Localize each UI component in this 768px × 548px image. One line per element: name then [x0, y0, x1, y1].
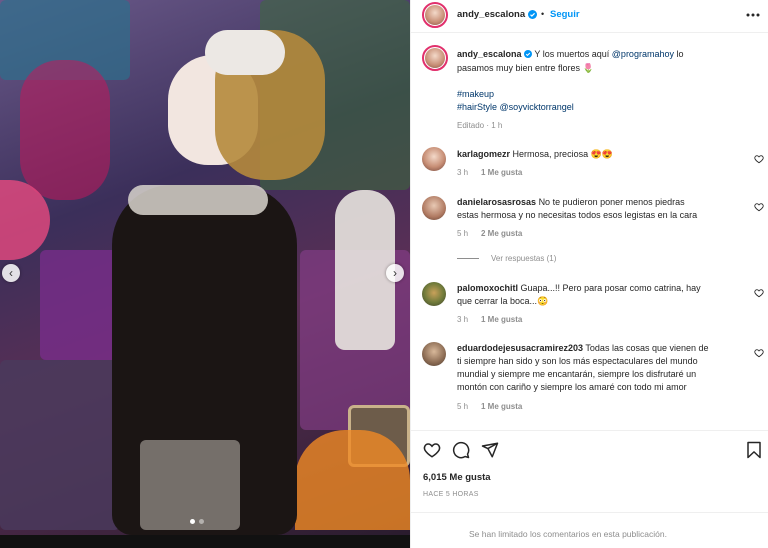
comment-username[interactable]: danielarosasrosas — [457, 197, 536, 207]
comment-username[interactable]: eduardodejesusacramirez203 — [457, 343, 583, 353]
comment-username[interactable]: karlagomezr — [457, 149, 510, 159]
post-modal: ‹ › andy_escalona • Seguir andy_escalona… — [0, 0, 768, 548]
comment-likes[interactable]: 1 Me gusta — [481, 166, 522, 179]
comment-body: Guapa...!! Pero para posar como catrina,… — [520, 283, 701, 293]
comment-body: Hermosa, preciosa 😍😍 — [512, 149, 613, 159]
next-photo-button[interactable]: › — [386, 264, 404, 282]
carousel-dot — [190, 519, 195, 524]
comment-likes[interactable]: 1 Me gusta — [481, 313, 522, 326]
comment-time: 5 h — [457, 402, 469, 411]
comment-like-heart-icon[interactable] — [754, 202, 764, 212]
header-divider — [411, 32, 768, 33]
likes-count[interactable]: 6,015 Me gusta — [423, 471, 491, 484]
comment-like-heart-icon[interactable] — [754, 154, 764, 164]
flower-arrangement — [295, 430, 410, 530]
caption-avatar[interactable] — [422, 45, 448, 71]
carousel-dot — [199, 519, 204, 524]
comment-text: danielarosasrosas No te pudieron poner m… — [457, 196, 685, 209]
hashtag-link[interactable]: #makeup — [457, 88, 494, 101]
post-time: HACE 5 HORAS — [423, 491, 479, 498]
comment-username[interactable]: palomoxochitl — [457, 283, 518, 293]
dress-lace — [128, 185, 268, 215]
commenter-avatar[interactable] — [422, 147, 446, 171]
follow-button[interactable]: Seguir — [550, 8, 580, 21]
comment-likes[interactable]: 2 Me gusta — [481, 227, 522, 240]
comment-body: que cerrar la boca...😳 — [457, 296, 549, 306]
altar-decoration — [40, 250, 120, 360]
view-replies-button[interactable]: Ver respuestas (1) — [491, 252, 556, 265]
like-heart-icon[interactable] — [423, 441, 441, 459]
mention-link[interactable]: @programahoy — [612, 49, 674, 59]
caption-text: Y los muertos aquí — [534, 49, 610, 59]
post-photo[interactable]: ‹ › — [0, 0, 410, 535]
dress-lace — [140, 440, 240, 530]
comment-likes[interactable]: 1 Me gusta — [481, 400, 522, 413]
replies-line — [457, 258, 479, 259]
comment-body: ti siempre han sido y son los más espect… — [457, 356, 698, 366]
comment-text: karlagomezr Hermosa, preciosa 😍😍 — [457, 148, 613, 161]
comment-body: estas hermosa y no necesitas todos esos … — [457, 210, 698, 220]
comment-like-heart-icon[interactable] — [754, 348, 764, 358]
comment-body: Todas las cosas que vienen de — [585, 343, 709, 353]
comment-text: eduardodejesusacramirez203 Todas las cos… — [457, 342, 709, 355]
caption-line-1: andy_escalona Y los muertos aquí @progra… — [457, 48, 684, 61]
more-horizontal-icon[interactable] — [746, 13, 760, 17]
comment-time: 3 h — [457, 168, 469, 177]
comment-time: 3 h — [457, 315, 469, 324]
comment-text: palomoxochitl Guapa...!! Pero para posar… — [457, 282, 701, 295]
comment-body: No te pudieron poner menos piedras — [538, 197, 685, 207]
comment-body: mundial y siempre me encantarán, siempre… — [457, 369, 697, 379]
header-separator: • — [541, 9, 545, 19]
comments-limited-notice: Se han limitado los comentarios en esta … — [469, 529, 667, 539]
share-send-icon[interactable] — [481, 441, 499, 459]
verified-badge-icon — [528, 10, 537, 19]
comment-time: 5 h — [457, 229, 469, 238]
post-details-panel: andy_escalona • Seguir andy_escalona Y l… — [410, 0, 768, 548]
footer-divider — [411, 512, 768, 513]
photo-bottom-bar — [0, 535, 410, 548]
altar-decoration — [0, 360, 120, 530]
comment-body: montón con cariño y siempre los amaré co… — [457, 382, 687, 392]
edited-label: Editado · 1 h — [457, 121, 503, 130]
verified-badge-icon — [524, 50, 533, 58]
actions-divider — [411, 430, 768, 431]
commenter-avatar[interactable] — [422, 282, 446, 306]
carousel-indicator — [190, 519, 204, 524]
comment-bubble-icon[interactable] — [452, 441, 470, 459]
caption-username[interactable]: andy_escalona — [457, 49, 522, 59]
previous-photo-button[interactable]: ‹ — [2, 264, 20, 282]
mention-link[interactable]: @soyvicktorrangel — [500, 102, 574, 112]
header-username[interactable]: andy_escalona — [457, 8, 525, 21]
altar-decoration — [20, 60, 110, 200]
comment-like-heart-icon[interactable] — [754, 288, 764, 298]
caption-line-4: #hairStyle @soyvicktorrangel — [457, 101, 574, 114]
commenter-avatar[interactable] — [422, 342, 446, 366]
hair-wrap — [205, 30, 285, 75]
caption-text: lo — [676, 49, 684, 59]
commenter-avatar[interactable] — [422, 196, 446, 220]
hashtag-link[interactable]: #hairStyle — [457, 102, 497, 112]
save-bookmark-icon[interactable] — [745, 441, 763, 459]
author-avatar[interactable] — [422, 2, 448, 28]
caption-line-2: pasamos muy bien entre flores 🌷 — [457, 63, 594, 73]
